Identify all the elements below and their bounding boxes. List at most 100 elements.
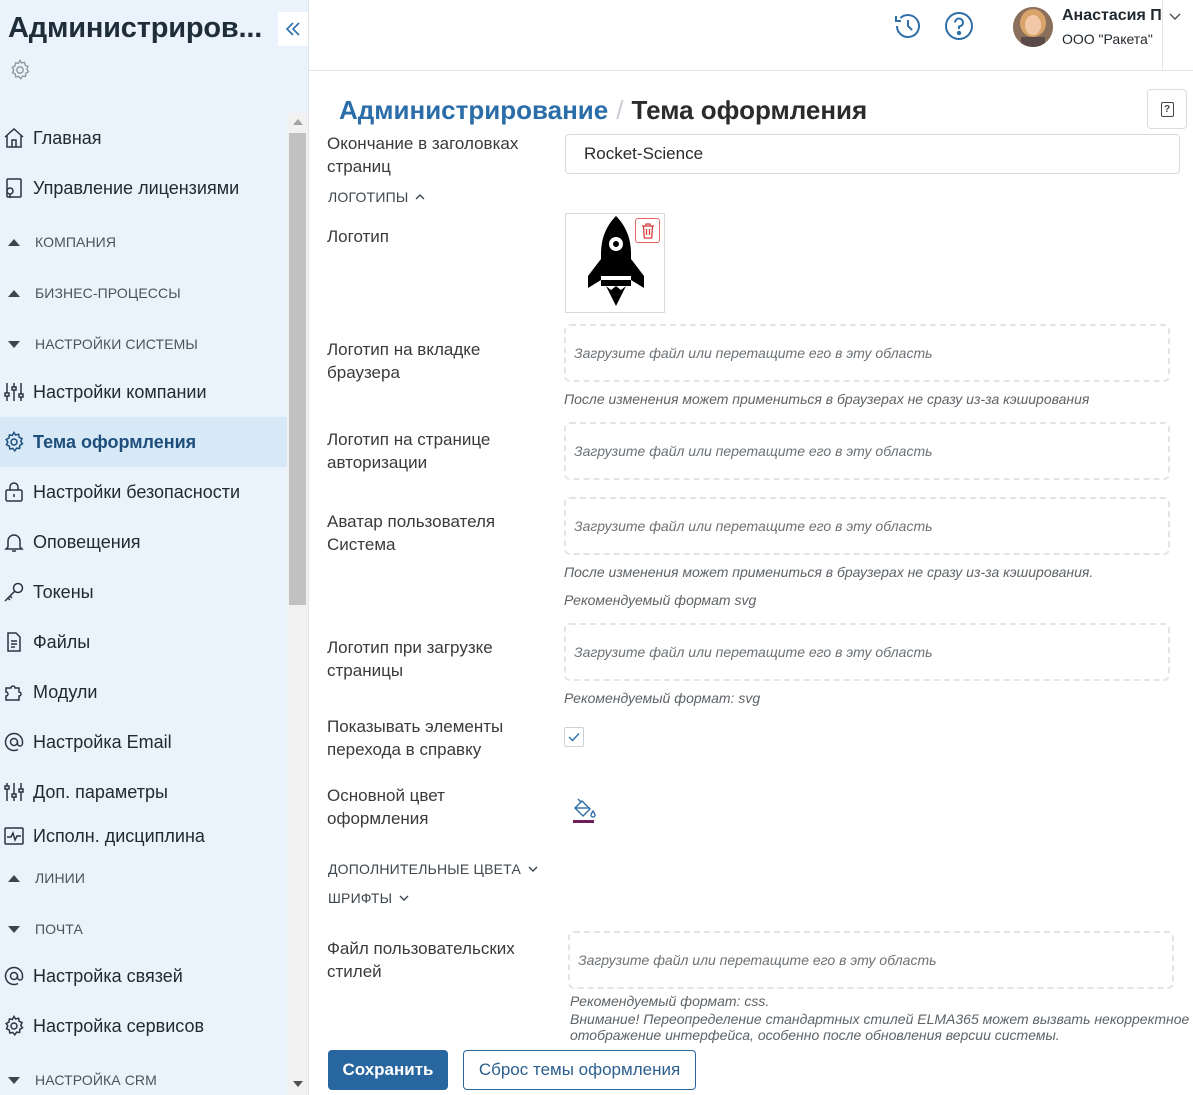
favicon-hint: После изменения может примениться в брау… — [564, 391, 1090, 407]
sidebar-item-label: Главная — [33, 127, 102, 148]
scroll-down-icon[interactable] — [293, 1081, 303, 1087]
sidebar-section-label: КОМПАНИЯ — [35, 234, 117, 250]
check-icon — [568, 733, 580, 742]
sidebar-item-label: Исполн. дисциплина — [33, 825, 205, 846]
sidebar-section-label: ПОЧТА — [35, 921, 83, 937]
sidebar-item-label: Оповещения — [33, 531, 141, 552]
sidebar-item-files[interactable]: Файлы — [0, 617, 287, 667]
sidebar-item-licenses[interactable]: Управление лицензиями — [0, 163, 287, 213]
divider — [1162, 0, 1163, 71]
favicon-label: Логотип на вкладке браузера — [327, 340, 481, 382]
custom-styles-warning-2: отображение интерфейса, особенно после о… — [570, 1027, 1060, 1043]
sidebar-item-label: Настройка Email — [33, 731, 172, 752]
sidebar-section-company[interactable]: КОМПАНИЯ — [0, 217, 287, 267]
sidebar-item-company-settings[interactable]: Настройки компании — [0, 367, 287, 417]
history-icon[interactable] — [892, 10, 924, 42]
page-help-button[interactable]: ? — [1147, 89, 1187, 129]
sidebar-scrollbar[interactable] — [287, 113, 308, 1095]
sidebar-item-label: Модули — [33, 681, 98, 702]
scroll-up-icon[interactable] — [293, 119, 303, 125]
chevron-down-icon — [8, 925, 20, 933]
logos-section-toggle[interactable]: ЛОГОТИПЫ — [328, 189, 426, 205]
chevron-down-icon[interactable] — [1168, 9, 1182, 23]
sidebar-section-label: НАСТРОЙКИ СИСТЕМЫ — [35, 336, 198, 352]
show-help-checkbox[interactable] — [564, 727, 584, 747]
loading-logo-label: Логотип при загрузке страницы — [327, 638, 493, 680]
extra-colors-section-toggle[interactable]: ДОПОЛНИТЕЛЬНЫЕ ЦВЕТА — [328, 861, 539, 877]
collapse-sidebar-button[interactable] — [278, 12, 308, 46]
page-help-label: ? — [1160, 101, 1174, 117]
custom-styles-hint: Рекомендуемый формат: css. — [570, 993, 770, 1009]
sidebar-item-label: Доп. параметры — [33, 781, 168, 802]
key-icon — [4, 582, 24, 602]
gear-icon[interactable] — [8, 58, 32, 82]
sidebar-item-modules[interactable]: Модули — [0, 667, 287, 717]
system-avatar-hint: После изменения может примениться в брау… — [564, 564, 1094, 580]
sidebar-section-mail[interactable]: ПОЧТА — [0, 904, 287, 954]
sidebar-item-label: Токены — [33, 581, 94, 602]
sidebar-item-security[interactable]: Настройки безопасности — [0, 467, 287, 517]
sidebar-item-email-settings[interactable]: Настройка Email — [0, 717, 287, 767]
avatar[interactable] — [1013, 7, 1053, 47]
section-label: ЛОГОТИПЫ — [328, 189, 409, 205]
sliders-icon — [4, 783, 24, 801]
scroll-thumb[interactable] — [289, 133, 306, 605]
system-avatar-dropzone[interactable]: Загрузите файл или перетащите его в эту … — [564, 497, 1170, 555]
puzzle-icon — [5, 685, 22, 701]
fonts-section-toggle[interactable]: ШРИФТЫ — [328, 890, 410, 906]
page-title: Тема оформления — [631, 95, 868, 125]
sidebar-item-tokens[interactable]: Токены — [0, 567, 287, 617]
sidebar-item-label: Управление лицензиями — [33, 177, 240, 198]
reset-theme-button[interactable]: Сброс темы оформления — [463, 1050, 696, 1090]
chevron-up-icon — [8, 289, 20, 297]
trash-icon — [641, 222, 654, 239]
gear-icon — [5, 431, 24, 453]
app-title: Администриров... — [8, 12, 263, 44]
bell-icon — [4, 534, 24, 552]
at-icon — [4, 732, 24, 752]
sidebar-item-notifications[interactable]: Оповещения — [0, 517, 287, 567]
sidebar: Администриров... Главная Управление лице… — [0, 0, 309, 1095]
custom-styles-dropzone[interactable]: Загрузите файл или перетащите его в эту … — [568, 931, 1174, 989]
section-label: ДОПОЛНИТЕЛЬНЫЕ ЦВЕТА — [328, 861, 521, 877]
sidebar-section-system-settings[interactable]: НАСТРОЙКИ СИСТЕМЫ — [0, 319, 287, 369]
home-icon — [4, 127, 24, 148]
delete-logo-button[interactable] — [635, 218, 660, 243]
title-suffix-label: Окончание в заголовках страниц — [327, 134, 519, 176]
favicon-dropzone[interactable]: Загрузите файл или перетащите его в эту … — [564, 324, 1170, 382]
auth-logo-dropzone[interactable]: Загрузите файл или перетащите его в эту … — [564, 422, 1170, 480]
auth-logo-label: Логотип на странице авторизации — [327, 430, 491, 472]
loading-logo-hint: Рекомендуемый формат: svg — [564, 690, 761, 706]
main-color-swatch — [573, 820, 594, 823]
sidebar-item-services[interactable]: Настройка сервисов — [0, 1001, 287, 1051]
chevron-up-icon — [415, 194, 425, 200]
gear-icon — [5, 1015, 24, 1037]
sidebar-item-theme[interactable]: Тема оформления — [0, 417, 287, 467]
sidebar-section-lines[interactable]: ЛИНИИ — [0, 853, 287, 903]
breadcrumb: Администрирование / Тема оформления — [339, 95, 867, 126]
show-help-label: Показывать элементы перехода в справку — [327, 717, 504, 759]
breadcrumb-root-link[interactable]: Администрирование — [339, 95, 608, 125]
sidebar-item-connections[interactable]: Настройка связей — [0, 951, 287, 1001]
lock-icon — [5, 482, 23, 502]
sidebar-section-crm[interactable]: НАСТРОЙКА CRM — [0, 1055, 287, 1095]
loading-logo-dropzone[interactable]: Загрузите файл или перетащите его в эту … — [564, 623, 1170, 681]
chevron-down-icon — [8, 1076, 20, 1084]
system-avatar-label: Аватар пользователя Система — [327, 512, 496, 554]
save-button[interactable]: Сохранить — [328, 1050, 448, 1090]
double-chevron-left-icon — [285, 22, 300, 36]
sidebar-item-label: Тема оформления — [33, 431, 197, 452]
sliders-icon — [4, 383, 24, 401]
sidebar-section-business-processes[interactable]: БИЗНЕС-ПРОЦЕССЫ — [0, 268, 287, 318]
title-suffix-input[interactable] — [565, 134, 1180, 174]
custom-styles-warning-1: Внимание! Переопределение стандартных ст… — [570, 1011, 1190, 1027]
sidebar-item-home[interactable]: Главная — [0, 113, 287, 163]
user-name[interactable]: Анастасия П — [1062, 7, 1162, 25]
help-circle-icon[interactable] — [943, 10, 975, 42]
section-label: ШРИФТЫ — [328, 890, 393, 906]
logo-label: Логотип — [327, 227, 390, 246]
chevron-down-icon — [8, 340, 20, 348]
sidebar-item-extra-params[interactable]: Доп. параметры — [0, 767, 287, 817]
chevron-down-icon — [528, 866, 538, 872]
sidebar-section-label: БИЗНЕС-ПРОЦЕССЫ — [35, 285, 181, 301]
